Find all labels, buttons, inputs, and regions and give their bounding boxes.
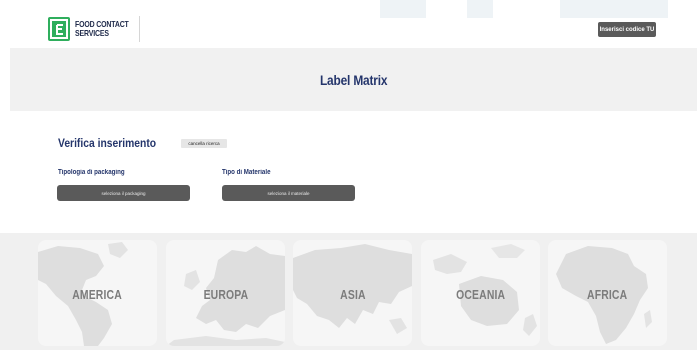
- insert-tu-code-button[interactable]: Inserisci codice TU: [598, 22, 656, 37]
- logo[interactable]: FOOD CONTACT SERVICES: [48, 17, 140, 41]
- packaging-label: Tipologia di packaging: [58, 169, 125, 176]
- packaging-select[interactable]: seleziona il packaging: [57, 185, 190, 201]
- continent-card-oceania[interactable]: OCEANIA: [421, 240, 540, 346]
- banner: Label Matrix: [10, 48, 697, 111]
- logo-text: FOOD CONTACT SERVICES: [75, 20, 129, 38]
- page-title: Label Matrix: [319, 71, 388, 88]
- material-label: Tipo di Materiale: [222, 169, 271, 176]
- continent-label: AFRICA: [587, 286, 628, 302]
- continent-label: AMERICA: [72, 286, 123, 302]
- clear-search-button[interactable]: cancella ricerca: [181, 139, 227, 148]
- continents-strip: AMERICA EUROPA ASIA OCEANIA AFRICA: [0, 233, 697, 350]
- continent-card-america[interactable]: AMERICA: [38, 240, 157, 346]
- continent-label: EUROPA: [203, 286, 248, 302]
- continent-card-europa[interactable]: EUROPA: [166, 240, 285, 346]
- header-divider: [139, 16, 140, 42]
- material-select[interactable]: seleziona il materiale: [222, 185, 355, 201]
- continent-card-asia[interactable]: ASIA: [293, 240, 412, 346]
- verify-section-title: Verifica inserimento: [58, 136, 157, 150]
- continent-label: OCEANIA: [455, 286, 506, 302]
- logo-line-2: SERVICES: [75, 28, 109, 38]
- page: FOOD CONTACT SERVICES Inserisci codice T…: [0, 0, 697, 350]
- logo-icon: [48, 17, 70, 41]
- header: FOOD CONTACT SERVICES Inserisci codice T…: [0, 0, 697, 48]
- continent-label: ASIA: [339, 286, 366, 302]
- continent-card-africa[interactable]: AFRICA: [548, 240, 667, 346]
